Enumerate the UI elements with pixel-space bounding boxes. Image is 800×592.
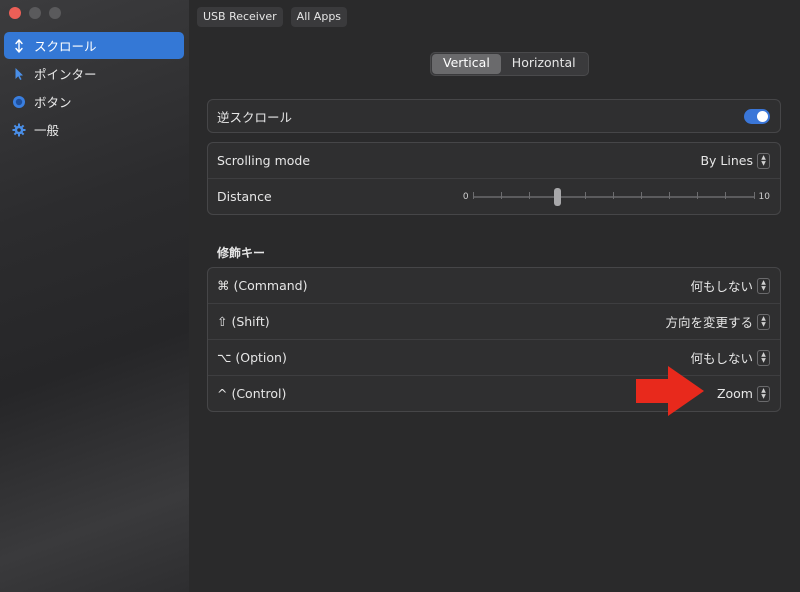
- tab-vertical[interactable]: Vertical: [432, 54, 501, 74]
- scrolling-panel: Scrolling mode By Lines ▲ ▼ Distance 0 10: [207, 142, 781, 215]
- annotation-arrow-icon: [636, 366, 704, 416]
- reverse-scroll-label: 逆スクロール: [217, 109, 293, 125]
- distance-slider-group: 0 10: [462, 187, 770, 206]
- modifier-action-popup[interactable]: Zoom ▲ ▼: [716, 385, 770, 402]
- slider-tick: [472, 191, 474, 199]
- sidebar-item-label: ポインター: [34, 67, 97, 82]
- modifier-action-value: 何もしない: [690, 279, 753, 294]
- slider-tick: [753, 191, 755, 199]
- device-selector-button[interactable]: USB Receiver: [197, 7, 283, 27]
- modifier-row-command: ⌘ (Command) 何もしない ▲ ▼: [208, 268, 780, 303]
- minimize-window-button[interactable]: [29, 7, 41, 19]
- window-controls: [9, 7, 61, 19]
- distance-min-label: 0: [462, 191, 469, 202]
- main-content: USB Receiver All Apps Vertical Horizonta…: [189, 0, 800, 592]
- sidebar-list: スクロール ポインター ボタン 一般: [4, 32, 184, 144]
- modifier-action-value: Zoom: [716, 386, 753, 401]
- gear-icon: [12, 123, 26, 137]
- slider-tick: [500, 191, 502, 199]
- modifier-action-value: 方向を変更する: [665, 315, 753, 330]
- sidebar-item-general[interactable]: 一般: [4, 116, 184, 143]
- reverse-scroll-row: 逆スクロール: [208, 100, 780, 132]
- chevron-up-down-icon: ▲ ▼: [757, 277, 770, 294]
- sidebar-item-scroll[interactable]: スクロール: [4, 32, 184, 59]
- modifier-action-value: 何もしない: [690, 351, 753, 366]
- scrolling-mode-label: Scrolling mode: [217, 153, 311, 168]
- sidebar: スクロール ポインター ボタン 一般: [0, 0, 189, 592]
- scope-bar: USB Receiver All Apps: [197, 7, 348, 27]
- slider-tick: [584, 191, 586, 199]
- sidebar-item-label: スクロール: [34, 39, 97, 54]
- scrolling-mode-value: By Lines: [700, 153, 753, 168]
- pointer-cursor-icon: [12, 67, 26, 81]
- sidebar-item-button[interactable]: ボタン: [4, 88, 184, 115]
- modifier-action-popup[interactable]: 何もしない ▲ ▼: [690, 276, 770, 295]
- slider-tick: [697, 191, 699, 199]
- modifier-action-popup[interactable]: 方向を変更する ▲ ▼: [665, 312, 770, 331]
- scrolling-mode-row: Scrolling mode By Lines ▲ ▼: [208, 143, 780, 178]
- distance-slider[interactable]: [472, 187, 755, 206]
- modifier-key-label: ⌘ (Command): [217, 278, 308, 293]
- modifier-action-popup[interactable]: 何もしない ▲ ▼: [690, 348, 770, 367]
- distance-max-label: 10: [758, 191, 770, 202]
- close-window-button[interactable]: [9, 7, 21, 19]
- slider-tick: [669, 191, 671, 199]
- distance-label: Distance: [217, 189, 272, 204]
- slider-tick: [613, 191, 615, 199]
- sidebar-item-label: 一般: [34, 123, 60, 138]
- slider-knob[interactable]: [554, 187, 562, 206]
- reverse-scroll-toggle[interactable]: [744, 108, 770, 124]
- chevron-up-down-icon: ▲ ▼: [757, 349, 770, 366]
- chevron-up-down-icon: ▲ ▼: [757, 152, 770, 169]
- scrolling-mode-popup[interactable]: By Lines ▲ ▼: [700, 152, 770, 169]
- distance-row: Distance 0 10: [208, 178, 780, 214]
- tab-horizontal[interactable]: Horizontal: [501, 54, 587, 74]
- direction-segmented-control: Vertical Horizontal: [430, 52, 589, 76]
- vertical-arrows-icon: [12, 38, 26, 53]
- modifier-key-label: ^ (Control): [217, 386, 287, 401]
- app-selector-button[interactable]: All Apps: [290, 7, 348, 27]
- slider-tick: [725, 191, 727, 199]
- reverse-scroll-panel: 逆スクロール: [207, 99, 781, 133]
- modifier-row-shift: ⇧ (Shift) 方向を変更する ▲ ▼: [208, 303, 780, 339]
- modifier-key-label: ⇧ (Shift): [217, 314, 270, 329]
- slider-tick: [641, 191, 643, 199]
- sidebar-item-pointer[interactable]: ポインター: [4, 60, 184, 87]
- chevron-up-down-icon: ▲ ▼: [757, 385, 770, 402]
- chevron-up-down-icon: ▲ ▼: [757, 313, 770, 330]
- zoom-window-button[interactable]: [49, 7, 61, 19]
- slider-tick: [528, 191, 530, 199]
- sidebar-item-label: ボタン: [34, 95, 72, 110]
- radio-button-icon: [12, 95, 26, 109]
- modifier-key-label: ⌥ (Option): [217, 350, 287, 365]
- modifier-keys-title: 修飾キー: [217, 246, 266, 260]
